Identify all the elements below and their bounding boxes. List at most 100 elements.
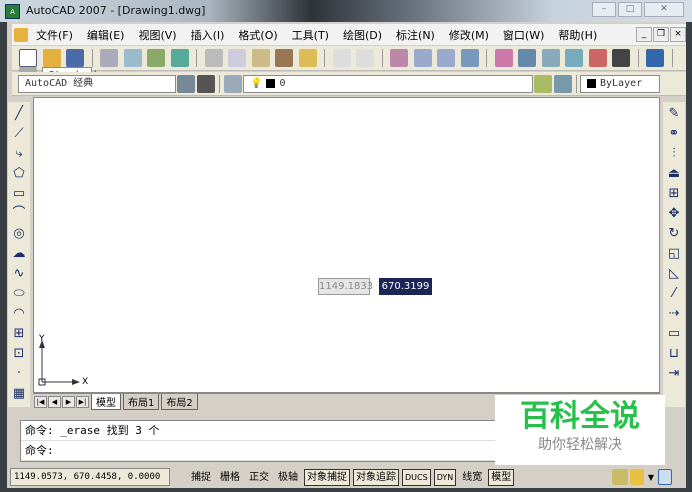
next-tab-button[interactable]: ▶ [62, 395, 75, 408]
polygon-icon[interactable]: ⬠ [12, 166, 26, 182]
cut-icon[interactable] [204, 49, 223, 67]
zoom-window-icon[interactable] [437, 49, 455, 67]
save-workspace-icon[interactable] [197, 74, 215, 93]
grid-toggle[interactable]: 栅格 [217, 469, 243, 486]
print-icon[interactable] [100, 49, 118, 67]
help-icon[interactable] [646, 49, 664, 67]
open-icon[interactable] [42, 49, 61, 67]
tab-model[interactable]: 模型 [91, 393, 121, 410]
osnap-toggle[interactable]: 对象捕捉 [304, 468, 350, 486]
copy-object-icon[interactable]: ⚭ [667, 126, 681, 142]
preview-icon[interactable] [123, 49, 142, 67]
color-select[interactable]: ByLayer [580, 74, 660, 93]
save-icon[interactable] [66, 49, 84, 67]
publish-icon[interactable] [147, 49, 165, 67]
erase-icon[interactable]: ✎ [667, 106, 681, 122]
zoom-realtime-icon[interactable] [413, 49, 432, 67]
menu-edit[interactable]: 编辑(E) [80, 27, 132, 43]
move-icon[interactable]: ✥ [667, 206, 681, 222]
prev-tab-button[interactable]: ◀ [48, 395, 61, 408]
arc-icon[interactable]: ⌒ [12, 206, 26, 222]
circle-icon[interactable]: ◎ [12, 226, 26, 242]
drawing-canvas[interactable]: Y X [33, 97, 660, 393]
ellipse-icon[interactable]: ⬭ [12, 286, 26, 302]
spline-icon[interactable]: ∿ [12, 266, 26, 282]
workspace-select[interactable]: AutoCAD 经典 [18, 74, 176, 93]
zoom-previous-icon[interactable] [460, 49, 479, 67]
make-current-layer-icon[interactable] [534, 74, 552, 93]
menu-format[interactable]: 格式(O) [231, 27, 284, 43]
clean-screen-icon[interactable] [658, 469, 672, 485]
layer-previous-icon[interactable] [554, 74, 572, 93]
minimize-button[interactable]: – [592, 2, 616, 17]
tab-layout1[interactable]: 布局1 [123, 393, 160, 410]
scale-icon[interactable]: ◱ [667, 246, 681, 262]
tool-palettes-icon[interactable] [541, 49, 560, 67]
point-icon[interactable]: · [12, 366, 26, 382]
construction-line-icon[interactable]: ⟋ [12, 126, 26, 142]
copy-icon[interactable] [228, 49, 246, 67]
close-button[interactable]: ✕ [644, 2, 684, 17]
pan-icon[interactable] [390, 49, 408, 67]
web-icon[interactable] [170, 49, 189, 67]
communication-center-icon[interactable] [611, 469, 628, 485]
match-properties-icon[interactable] [275, 49, 293, 67]
mirror-icon[interactable]: ⫶ [667, 146, 681, 162]
first-tab-button[interactable]: |◀ [34, 395, 47, 408]
trim-icon[interactable]: ⁄ [667, 286, 681, 302]
array-icon[interactable]: ⊞ [667, 186, 681, 202]
menu-help[interactable]: 帮助(H) [551, 27, 604, 43]
doc-restore-button[interactable]: ❐ [653, 27, 669, 42]
redo-icon[interactable] [356, 49, 374, 67]
sheet-set-icon[interactable] [565, 49, 583, 67]
menu-tools[interactable]: 工具(T) [285, 27, 336, 43]
break-icon[interactable]: ▭ [667, 326, 681, 342]
maximize-button[interactable]: □ [618, 2, 642, 17]
block-editor-icon[interactable] [298, 49, 317, 67]
revision-cloud-icon[interactable]: ☁ [12, 246, 26, 262]
undo-icon[interactable] [332, 49, 351, 67]
last-tab-button[interactable]: ▶| [76, 395, 89, 408]
new-icon[interactable] [19, 49, 37, 67]
layer-select[interactable]: 💡 0 [243, 74, 533, 93]
make-block-icon[interactable]: ⊡ [12, 346, 26, 362]
offset-icon[interactable]: ⏏ [667, 166, 681, 182]
hatch-icon[interactable]: ▦ [12, 386, 26, 402]
dynamic-input-y[interactable]: 670.3199 [379, 278, 432, 295]
ellipse-arc-icon[interactable]: ◠ [12, 306, 26, 322]
menu-insert[interactable]: 插入(I) [184, 27, 232, 43]
calculator-icon[interactable] [612, 49, 630, 67]
join-icon[interactable]: ⊔ [667, 346, 681, 362]
doc-minimize-button[interactable]: _ [636, 27, 652, 42]
status-menu-arrow-icon[interactable]: ▼ [648, 473, 654, 482]
menu-window[interactable]: 窗口(W) [496, 27, 551, 43]
rectangle-icon[interactable]: ▭ [12, 186, 26, 202]
menu-dimension[interactable]: 标注(N) [389, 27, 442, 43]
otrack-toggle[interactable]: 对象追踪 [353, 468, 399, 486]
line-icon[interactable]: ╱ [12, 106, 26, 122]
lock-icon[interactable] [629, 469, 644, 485]
menu-draw[interactable]: 绘图(D) [336, 27, 389, 43]
paste-icon[interactable] [251, 49, 270, 67]
stretch-icon[interactable]: ◺ [667, 266, 681, 282]
ortho-toggle[interactable]: 正交 [246, 469, 272, 486]
lineweight-toggle[interactable]: 线宽 [459, 469, 485, 486]
dyn-toggle[interactable]: DYN [433, 468, 457, 486]
menu-file[interactable]: 文件(F) [29, 27, 80, 43]
autocad-app-icon[interactable]: A [5, 4, 20, 19]
insert-block-icon[interactable]: ⊞ [12, 326, 26, 342]
rotate-icon[interactable]: ↻ [667, 226, 681, 242]
design-center-icon[interactable] [518, 49, 536, 67]
model-toggle[interactable]: 模型 [488, 468, 515, 486]
tab-layout2[interactable]: 布局2 [161, 393, 198, 410]
menu-view[interactable]: 视图(V) [131, 27, 183, 43]
dynamic-input-x[interactable]: 1149.1833 [318, 278, 373, 295]
snap-toggle[interactable]: 捕捉 [188, 469, 214, 486]
markup-icon[interactable] [588, 49, 607, 67]
chamfer-icon[interactable]: ⇥ [667, 366, 681, 382]
layer-manager-icon[interactable] [224, 74, 242, 93]
ducs-toggle[interactable]: DUCS [402, 468, 431, 486]
menu-modify[interactable]: 修改(M) [442, 27, 496, 43]
doc-close-button[interactable]: × [670, 27, 686, 42]
properties-icon[interactable] [494, 49, 513, 67]
